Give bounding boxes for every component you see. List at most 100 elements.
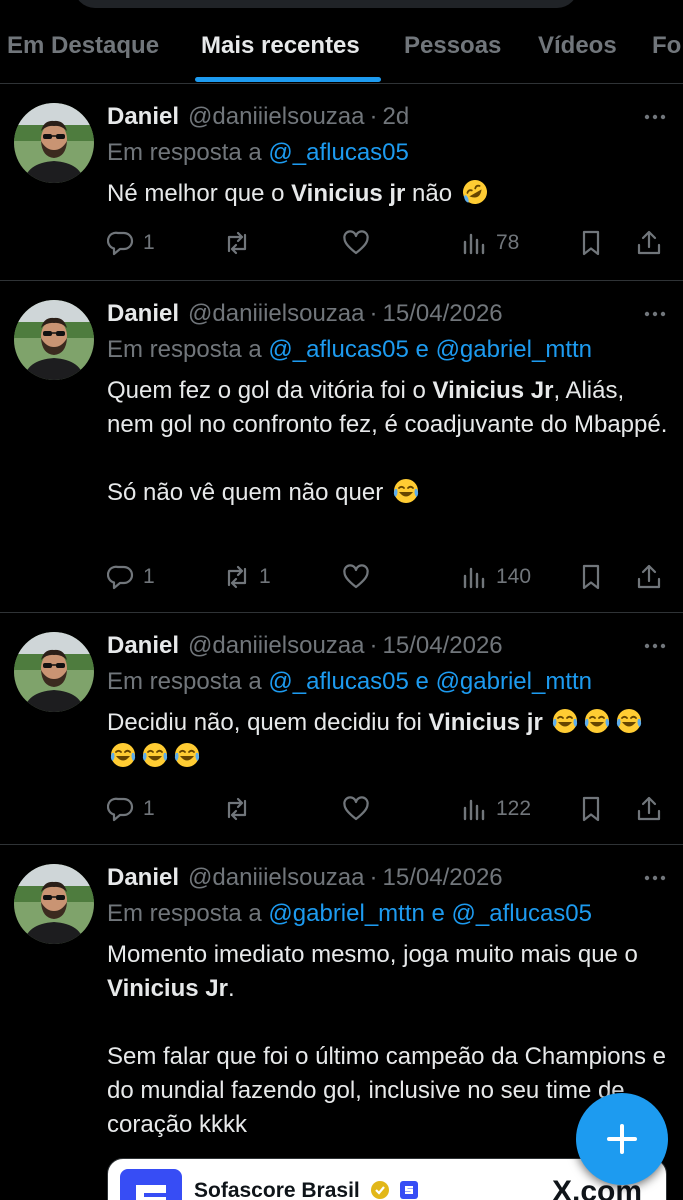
author-handle[interactable]: @daniiielsouzaa: [188, 632, 364, 660]
tweet-date[interactable]: 15/04/2026: [383, 632, 503, 660]
author-name[interactable]: Daniel: [107, 103, 179, 131]
author-name[interactable]: Daniel: [107, 864, 179, 892]
face-with-tears-of-joy-emoji-icon: [585, 709, 610, 733]
share-upload-icon: [637, 796, 661, 821]
views-count: 78: [496, 231, 520, 254]
rolling-on-floor-laughing-emoji-icon: [462, 180, 487, 204]
views-button[interactable]: 122: [460, 791, 531, 827]
mention-link[interactable]: @_aflucas05: [452, 900, 592, 927]
tab-pessoas[interactable]: Pessoas: [404, 32, 501, 60]
reply-button[interactable]: 1: [107, 559, 155, 595]
text-segment: Só não vê quem não quer: [107, 479, 390, 506]
tweet[interactable]: Daniel @daniiielsouzaa · 15/04/2026 Em respo…: [0, 282, 683, 613]
share-upload-icon: [635, 795, 663, 823]
speech-bubble-icon: [107, 563, 135, 591]
like-button[interactable]: [342, 559, 378, 595]
tweet-date[interactable]: 15/04/2026: [383, 864, 503, 892]
face-with-tears-of-joy-emoji-icon: [110, 743, 136, 767]
author-name[interactable]: Daniel: [107, 300, 179, 328]
face-with-tears-of-joy-emoji-icon: [617, 709, 642, 733]
face-with-tears-of-joy-emoji: [173, 741, 201, 769]
face-with-tears-of-joy-emoji-icon: [142, 743, 168, 767]
bold-hashtag-text[interactable]: Vinicius Jr: [433, 377, 554, 404]
author-handle[interactable]: @daniiielsouzaa: [188, 864, 364, 892]
more-dots-icon: [644, 311, 666, 317]
face-with-tears-of-joy-emoji: [615, 707, 643, 735]
mention-link[interactable]: @_aflucas05: [268, 139, 408, 166]
more-dots-icon: [644, 114, 666, 120]
retweet-button[interactable]: [223, 225, 259, 261]
share-button[interactable]: [635, 791, 663, 827]
tweet-date[interactable]: 15/04/2026: [383, 300, 503, 328]
views-button[interactable]: 78: [460, 225, 519, 261]
avatar[interactable]: [14, 632, 94, 712]
views-button[interactable]: 140: [460, 559, 531, 595]
face-with-tears-of-joy-emoji: [583, 707, 611, 735]
bold-hashtag-text[interactable]: Vinicius jr: [429, 709, 543, 736]
face-with-tears-of-joy-emoji-icon: [174, 743, 200, 767]
tweet[interactable]: Daniel @daniiielsouzaa · 2d Em resposta a @_…: [0, 85, 683, 281]
author-handle[interactable]: @daniiielsouzaa: [188, 103, 364, 131]
tweet-date[interactable]: 2d: [383, 103, 410, 131]
reply-context: Em resposta a @gabriel_mttn e @_aflucas0…: [107, 900, 669, 930]
tweet-content: Daniel @daniiielsouzaa · 15/04/2026 Em respo…: [107, 630, 669, 774]
more-options-button[interactable]: [641, 298, 669, 330]
avatar[interactable]: [14, 103, 94, 183]
avatar[interactable]: [14, 864, 94, 944]
heart-icon: [342, 563, 370, 591]
share-button[interactable]: [635, 225, 663, 261]
tweet-header: Daniel @daniiielsouzaa · 15/04/2026: [107, 298, 669, 330]
author-name[interactable]: Daniel: [107, 632, 179, 660]
share-button[interactable]: [635, 559, 663, 595]
bookmark-button[interactable]: [577, 225, 605, 261]
tweet-header: Daniel @daniiielsouzaa · 2d: [107, 101, 669, 133]
tab-mais-recentes[interactable]: Mais recentes: [201, 32, 360, 60]
tab-fotos[interactable]: Fo: [652, 32, 681, 60]
speech-bubble-icon: [107, 229, 135, 257]
retweet-button[interactable]: [223, 791, 259, 827]
heart-icon: [343, 796, 369, 821]
mention-link[interactable]: @gabriel_mttn: [436, 336, 592, 363]
retweets-count: 1: [259, 565, 271, 588]
bookmark-button[interactable]: [577, 559, 605, 595]
mention-link[interactable]: @_aflucas05: [268, 668, 408, 695]
share-upload-icon: [637, 230, 661, 255]
reply-button[interactable]: 1: [107, 791, 155, 827]
mention-link[interactable]: @gabriel_mttn: [436, 668, 592, 695]
tweet-text: Decidiu não, quem decidiu foi Vinicius j…: [107, 706, 669, 774]
bar-chart-icon: [460, 795, 488, 823]
more-options-button[interactable]: [641, 862, 669, 894]
reply-prefix: Em resposta a: [107, 139, 262, 166]
compose-button[interactable]: [576, 1093, 668, 1185]
views-count: 140: [496, 565, 532, 588]
bookmark-icon: [582, 564, 600, 590]
bookmark-button[interactable]: [577, 791, 605, 827]
mention-link[interactable]: @gabriel_mttn: [268, 900, 424, 927]
search-tabs: Em Destaque Mais recentes Pessoas Vídeos…: [0, 0, 683, 84]
like-button[interactable]: [342, 225, 378, 261]
bar-chart-icon: [463, 567, 485, 589]
more-dots-icon: [644, 643, 666, 649]
face-with-tears-of-joy-emoji-icon: [553, 709, 578, 733]
avatar[interactable]: [14, 300, 94, 380]
bold-hashtag-text[interactable]: Vinicius Jr: [107, 975, 228, 1002]
retweet-arrows-icon: [227, 565, 247, 589]
bookmark-icon: [582, 230, 600, 256]
heart-icon: [342, 229, 370, 257]
retweet-button[interactable]: 1: [223, 559, 271, 595]
mention-link[interactable]: @_aflucas05: [268, 336, 408, 363]
tweet[interactable]: Daniel @daniiielsouzaa · 15/04/2026 Em respo…: [0, 614, 683, 845]
retweet-arrows-icon: [223, 563, 251, 591]
more-options-button[interactable]: [641, 101, 669, 133]
like-button[interactable]: [342, 791, 378, 827]
tab-videos[interactable]: Vídeos: [538, 32, 617, 60]
tweet-text: Quem fez o gol da vitória foi o Vinicius…: [107, 374, 669, 510]
more-options-button[interactable]: [641, 630, 669, 662]
author-handle[interactable]: @daniiielsouzaa: [188, 300, 364, 328]
retweet-arrows-icon: [227, 231, 247, 255]
reply-button[interactable]: 1: [107, 225, 155, 261]
reply-context: Em resposta a @_aflucas05 e @gabriel_mtt…: [107, 336, 669, 366]
bookmark-icon: [577, 795, 605, 823]
bold-hashtag-text[interactable]: Vinicius jr: [291, 180, 405, 207]
tab-em-destaque[interactable]: Em Destaque: [7, 32, 159, 60]
